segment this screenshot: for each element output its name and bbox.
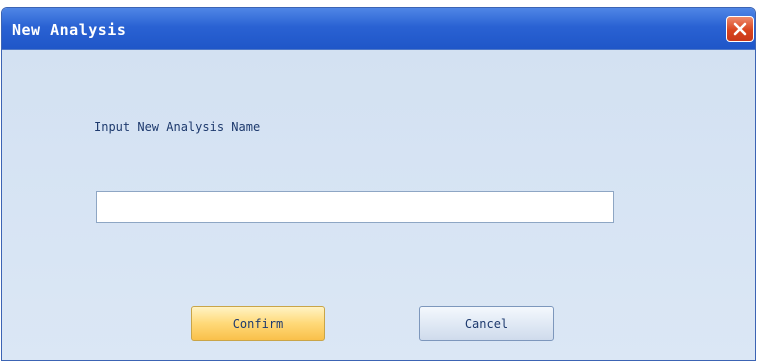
close-icon xyxy=(733,22,747,36)
dialog-content: Input New Analysis Name Confirm Cancel xyxy=(2,50,755,360)
confirm-button[interactable]: Confirm xyxy=(191,306,325,341)
new-analysis-dialog: New Analysis Input New Analysis Name Con… xyxy=(1,7,756,361)
title-bar[interactable]: New Analysis xyxy=(2,8,755,50)
analysis-name-input[interactable] xyxy=(96,191,614,223)
analysis-name-label: Input New Analysis Name xyxy=(94,120,261,134)
dialog-title: New Analysis xyxy=(12,21,127,39)
close-button[interactable] xyxy=(726,16,754,42)
cancel-button[interactable]: Cancel xyxy=(419,306,554,341)
